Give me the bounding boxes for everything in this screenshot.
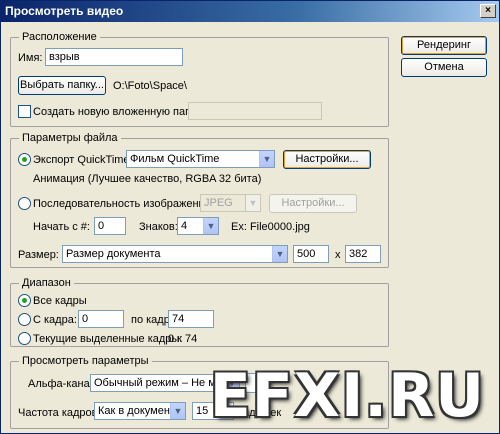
dimension-separator: x (335, 249, 341, 261)
window-title: Просмотреть видео (5, 4, 124, 18)
chevron-down-icon: ▼ (170, 403, 185, 419)
frame-rate-label: Частота кадров: (18, 407, 101, 419)
quicktime-settings-button[interactable]: Настройки... (283, 150, 371, 169)
current-selection-radio[interactable] (18, 332, 31, 345)
width-field[interactable]: 500 (293, 245, 329, 263)
close-button[interactable]: × (480, 4, 496, 18)
digits-value: 4 (181, 220, 188, 232)
from-frame-field[interactable]: 0 (78, 310, 124, 328)
height-field[interactable]: 382 (345, 245, 381, 263)
start-number-field[interactable]: 0 (94, 217, 126, 235)
sequence-format-value: JPEG (204, 197, 233, 209)
alpha-channel-label: Альфа-канал: (28, 378, 100, 390)
quicktime-format-value: Фильм QuickTime (130, 153, 220, 165)
sequence-settings-button[interactable]: Настройки... (269, 194, 357, 213)
to-frame-label: по кадр: (131, 314, 173, 326)
to-frame-field[interactable]: 74 (168, 310, 214, 328)
render-button[interactable]: Рендеринг (401, 36, 487, 55)
current-selection-label: Текущие выделенные кадры: (33, 333, 183, 345)
from-frame-label: С кадра: (33, 314, 77, 326)
digits-select[interactable]: 4 ▼ (177, 217, 219, 235)
chevron-down-icon: ▼ (245, 195, 260, 211)
choose-folder-button[interactable]: Выбрать папку... (18, 76, 106, 95)
cancel-button[interactable]: Отмена (401, 58, 487, 77)
create-subfolder-label: Создать новую вложенную папку: (33, 106, 205, 118)
size-label: Размер: (18, 249, 59, 261)
digits-label: Знаков: (139, 221, 178, 233)
frame-rate-mode-select[interactable]: Как в документе ▼ (94, 402, 186, 420)
quicktime-info: Анимация (Лучшее качество, RGBA 32 бита) (33, 173, 262, 185)
size-select[interactable]: Размер документа ▼ (62, 245, 288, 263)
filename-example: Ex: File0000.jpg (231, 221, 310, 233)
all-frames-radio[interactable] (18, 294, 31, 307)
all-frames-label: Все кадры (33, 295, 87, 307)
location-group-title: Расположение (19, 30, 100, 44)
export-quicktime-radio[interactable] (18, 153, 31, 166)
sequence-format-select[interactable]: JPEG ▼ (200, 194, 261, 212)
dialog-window: Просмотреть видео × Рендеринг Отмена Рас… (0, 0, 500, 434)
name-label: Имя: (18, 52, 43, 64)
quicktime-format-select[interactable]: Фильм QuickTime ▼ (126, 150, 275, 168)
current-range-value: 0 к 74 (168, 333, 198, 345)
title-bar[interactable]: Просмотреть видео × (1, 1, 499, 22)
chevron-down-icon: ▼ (272, 246, 287, 262)
export-quicktime-label: Экспорт QuickTime: (33, 154, 133, 166)
frame-range-radio[interactable] (18, 313, 31, 326)
chevron-down-icon: ▼ (203, 218, 218, 234)
frame-rate-mode-value: Как в документе (98, 405, 181, 417)
start-number-label: Начать с #: (33, 221, 90, 233)
file-params-group-title: Параметры файла (19, 131, 121, 145)
image-sequence-radio[interactable] (18, 197, 31, 210)
subfolder-name-field[interactable] (188, 102, 322, 120)
site-watermark: EFXI.RU (209, 361, 485, 431)
image-sequence-label: Последовательность изображений: (33, 198, 214, 210)
preview-group-title: Просмотреть параметры (19, 354, 152, 368)
folder-path: O:\Foto\Space\ (113, 80, 187, 92)
range-group-title: Диапазон (19, 276, 74, 290)
size-value: Размер документа (66, 248, 161, 260)
name-field[interactable]: взрыв (45, 48, 183, 66)
create-subfolder-checkbox[interactable] (18, 105, 31, 118)
chevron-down-icon: ▼ (259, 151, 274, 167)
